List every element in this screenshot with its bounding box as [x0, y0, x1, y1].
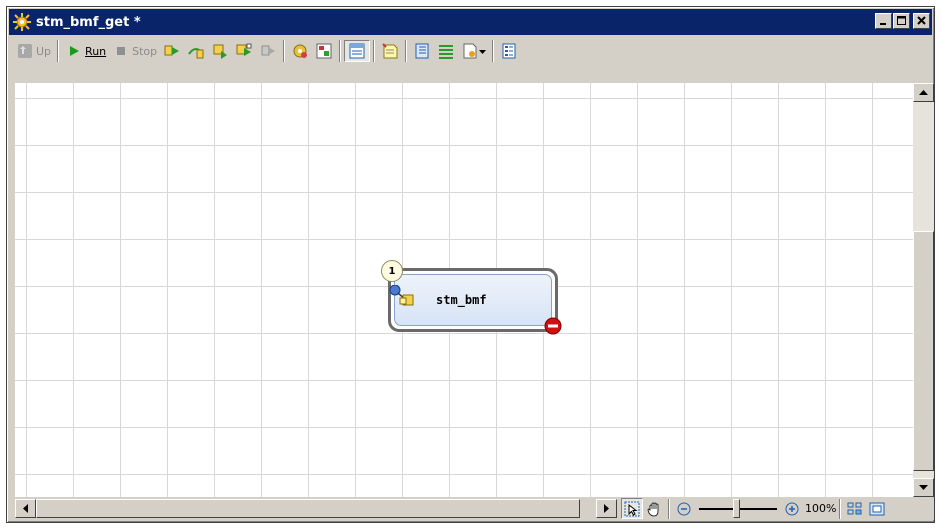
run-label: Run [85, 44, 107, 58]
zoom-separator [839, 498, 842, 519]
workflow-node-label: stm_bmf [436, 293, 487, 307]
layout-dropdown-button[interactable] [458, 40, 489, 62]
grid-toggle-button[interactable] [344, 40, 371, 62]
close-icon [916, 16, 926, 25]
up-button[interactable]: Up [13, 40, 54, 62]
stop-error-icon [544, 317, 562, 338]
scroll-left-button[interactable] [15, 499, 36, 518]
title-bar[interactable]: stm_bmf_get * [9, 9, 932, 35]
scroll-down-button[interactable] [913, 478, 934, 497]
toolbar-separator [57, 40, 60, 62]
stop-label: Stop [132, 44, 158, 58]
zoom-in-button[interactable] [781, 498, 803, 519]
scroll-right-button[interactable] [596, 499, 617, 518]
toolbar-separator [339, 40, 342, 62]
overview-button[interactable] [844, 498, 866, 519]
workflow-canvas[interactable]: stm_bmf 1 [15, 83, 913, 497]
close-button[interactable] [913, 13, 930, 29]
scroll-up-button[interactable] [913, 83, 934, 102]
step-into-icon [163, 42, 181, 60]
list-lines-icon [437, 42, 455, 60]
run-to-cursor-button[interactable] [232, 40, 256, 62]
note-icon [381, 42, 399, 60]
zoom-slider[interactable] [699, 498, 777, 519]
zoom-out-button[interactable] [673, 498, 695, 519]
run-button[interactable]: Run [62, 40, 109, 62]
window-title: stm_bmf_get * [36, 14, 141, 30]
stop-icon [112, 42, 130, 60]
annotation-button[interactable] [378, 40, 402, 62]
list-view-button[interactable] [434, 40, 458, 62]
arrow-up-icon [919, 89, 928, 95]
zoom-separator [668, 498, 670, 519]
resume-button[interactable] [256, 40, 280, 62]
fit-window-icon [869, 502, 885, 515]
toolbar: Up Run Stop [9, 37, 932, 65]
step-into-button[interactable] [160, 40, 184, 62]
toolbar-separator [373, 40, 376, 62]
zoom-in-icon [785, 502, 799, 515]
workflow-gear-icon [12, 12, 32, 32]
stop-button[interactable]: Stop [109, 40, 160, 62]
hand-icon [647, 502, 659, 516]
zoom-level: 100% [805, 502, 837, 515]
subworkflow-icon [389, 284, 417, 310]
maximize-button[interactable] [893, 13, 910, 29]
toolbar-separator [405, 40, 408, 62]
chevron-down-icon [479, 45, 487, 58]
layout-icon [461, 42, 479, 60]
up-arrow-icon [16, 42, 34, 60]
zoom-out-icon [677, 502, 691, 515]
arrow-right-icon [603, 504, 609, 513]
step-over-button[interactable] [184, 40, 208, 62]
zoom-slider-thumb[interactable] [733, 499, 740, 518]
properties-icon [413, 42, 431, 60]
vertical-scroll-thumb[interactable] [913, 231, 934, 471]
gear-icon [291, 42, 309, 60]
outline-icon [500, 42, 518, 60]
window-controls [874, 13, 930, 29]
workflow-canvas-frame: stm_bmf 1 100% [15, 83, 934, 520]
workflow-node-body: stm_bmf [394, 274, 552, 326]
resume-icon [259, 42, 277, 60]
step-out-button[interactable] [208, 40, 232, 62]
horizontal-scrollbar[interactable] [15, 499, 617, 518]
run-to-cursor-icon [235, 42, 253, 60]
minimize-icon [880, 22, 886, 25]
maximize-icon [896, 16, 906, 25]
pointer-icon [624, 501, 640, 516]
minimize-button[interactable] [875, 13, 892, 29]
outline-button[interactable] [497, 40, 521, 62]
overview-icon [847, 502, 862, 514]
node-step-badge: 1 [381, 260, 403, 282]
grid-view-icon [348, 42, 366, 60]
fit-to-window-button[interactable] [866, 498, 888, 519]
editor-window: stm_bmf_get * Up Run Stop stm_bmf 1 100% [6, 6, 935, 523]
canvas-bottom-bar: 100% [15, 497, 934, 520]
settings-button[interactable] [288, 40, 312, 62]
select-tool-button[interactable] [621, 498, 643, 519]
zoom-toolbar: 100% [621, 497, 888, 520]
toolbar-separator [283, 40, 286, 62]
horizontal-scroll-thumb[interactable] [36, 499, 580, 518]
step-over-icon [187, 42, 205, 60]
play-icon [65, 42, 83, 60]
variables-button[interactable] [312, 40, 336, 62]
variables-icon [315, 42, 333, 60]
up-label: Up [36, 44, 52, 58]
vertical-scrollbar[interactable] [913, 83, 934, 497]
arrow-down-icon [919, 484, 928, 490]
pan-tool-button[interactable] [643, 498, 665, 519]
step-out-icon [211, 42, 229, 60]
toolbar-separator [492, 40, 495, 62]
arrow-left-icon [22, 504, 28, 513]
properties-button[interactable] [410, 40, 434, 62]
